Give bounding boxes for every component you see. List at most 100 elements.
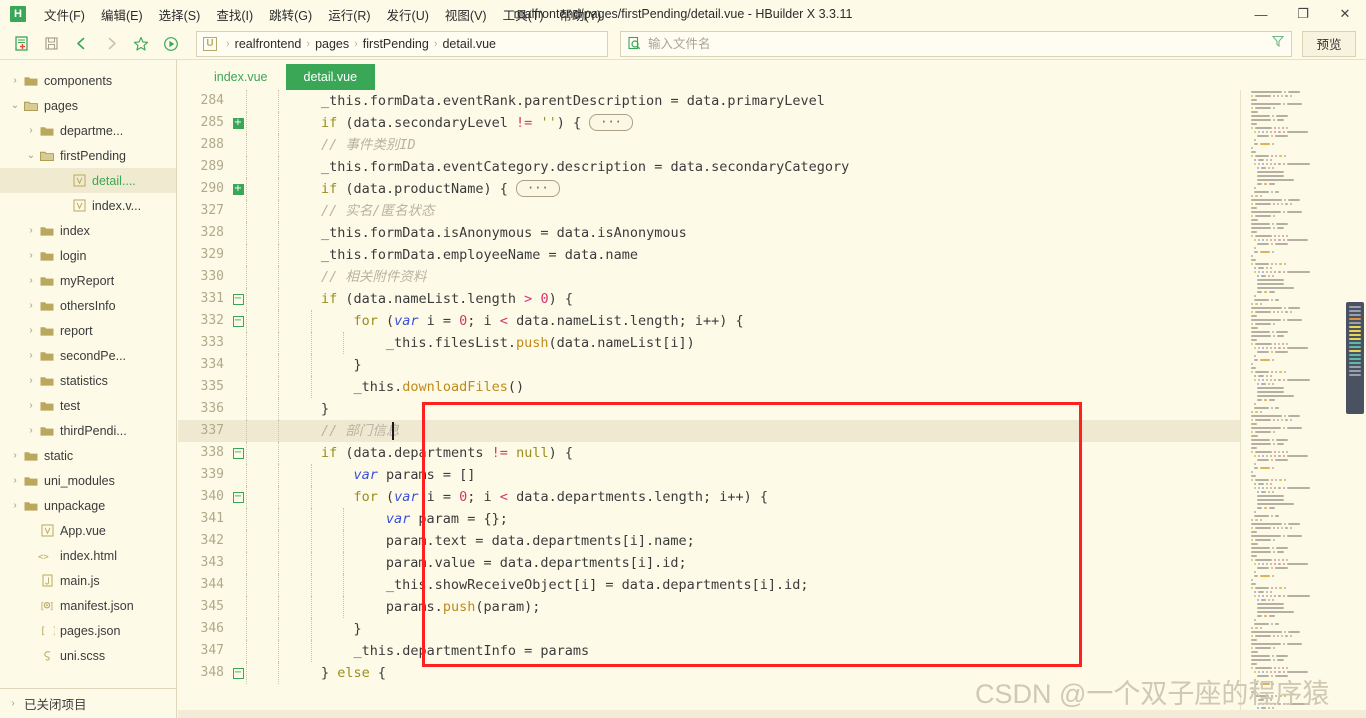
- minimize-button[interactable]: —: [1240, 0, 1282, 28]
- forward-icon[interactable]: [96, 31, 126, 57]
- fold-collapse-icon[interactable]: −: [230, 486, 246, 508]
- collapsed-code-chip[interactable]: ···: [516, 180, 560, 197]
- menu-tools[interactable]: 工具(T): [495, 1, 552, 28]
- code-line[interactable]: 288 // 事件类别ID: [178, 134, 1366, 156]
- tree-item-report[interactable]: › report: [0, 318, 176, 343]
- menu-select[interactable]: 选择(S): [151, 1, 209, 28]
- editor-tab-detailvue[interactable]: detail.vue: [285, 64, 376, 90]
- menu-publish[interactable]: 发行(U): [379, 1, 437, 28]
- maximize-button[interactable]: ❐: [1282, 0, 1324, 28]
- close-button[interactable]: ✕: [1324, 0, 1366, 28]
- code-line[interactable]: 327 // 实名/匿名状态: [178, 200, 1366, 222]
- chevron-right-icon[interactable]: ›: [24, 125, 38, 136]
- breadcrumb[interactable]: U › realfrontend › pages › firstPending › detai…: [196, 30, 608, 57]
- tree-item-pages[interactable]: ⌄ pages: [0, 93, 176, 118]
- code-line[interactable]: 348−} else {: [178, 662, 1366, 684]
- code-line[interactable]: 347 _this.departmentInfo = params: [178, 640, 1366, 662]
- run-icon[interactable]: [156, 31, 186, 57]
- code-line[interactable]: 338− if (data.departments != null) {: [178, 442, 1366, 464]
- chevron-right-icon[interactable]: ›: [24, 325, 38, 336]
- tree-item-departme[interactable]: › departme...: [0, 118, 176, 143]
- menu-help[interactable]: 帮助(Y): [552, 1, 610, 28]
- code-line[interactable]: 341 var param = {};: [178, 508, 1366, 530]
- chevron-right-icon[interactable]: ›: [24, 225, 38, 236]
- chevron-down-icon[interactable]: ⌄: [24, 150, 38, 161]
- tree-item-thirdpendi[interactable]: › thirdPendi...: [0, 418, 176, 443]
- preview-button[interactable]: 预览: [1302, 30, 1356, 57]
- collapsed-code-chip[interactable]: ···: [589, 114, 633, 131]
- code-line[interactable]: 340− for (var i = 0; i < data.departments…: [178, 486, 1366, 508]
- editor-tab-indexvue[interactable]: index.vue: [196, 64, 286, 90]
- tree-item-unpackage[interactable]: › unpackage: [0, 493, 176, 518]
- chevron-right-icon[interactable]: ›: [24, 350, 38, 361]
- fold-collapse-icon[interactable]: −: [230, 662, 246, 684]
- code-line[interactable]: 328 _this.formData.isAnonymous = data.isA…: [178, 222, 1366, 244]
- tree-item-login[interactable]: › login: [0, 243, 176, 268]
- fold-expand-icon[interactable]: +: [230, 178, 246, 200]
- chevron-right-icon[interactable]: ›: [24, 300, 38, 311]
- code-line[interactable]: 343 param.value = data.departments[i].id;: [178, 552, 1366, 574]
- breadcrumb-item[interactable]: detail.vue: [442, 37, 496, 51]
- chevron-right-icon[interactable]: ›: [24, 250, 38, 261]
- menu-run[interactable]: 运行(R): [320, 1, 378, 28]
- save-icon[interactable]: [36, 31, 66, 57]
- code-line[interactable]: 346}: [178, 618, 1366, 640]
- code-minimap[interactable]: [1240, 90, 1344, 718]
- chevron-right-icon[interactable]: ›: [8, 475, 22, 486]
- chevron-right-icon[interactable]: ›: [24, 375, 38, 386]
- breadcrumb-item[interactable]: pages: [315, 37, 349, 51]
- tree-item-indexhtml[interactable]: <> index.html: [0, 543, 176, 568]
- tree-item-unimodules[interactable]: › uni_modules: [0, 468, 176, 493]
- fold-collapse-icon[interactable]: −: [230, 288, 246, 310]
- chevron-right-icon[interactable]: ›: [8, 500, 22, 511]
- code-line[interactable]: 333 _this.filesList.push(data.nameList[i]…: [178, 332, 1366, 354]
- code-line[interactable]: 285 + if (data.secondaryLevel != '') { ···: [178, 112, 1366, 134]
- favorite-star-icon[interactable]: [126, 31, 156, 57]
- code-line[interactable]: 342 param.text = data.departments[i].name…: [178, 530, 1366, 552]
- menu-file[interactable]: 文件(F): [36, 1, 93, 28]
- code-line[interactable]: 345 params.push(param);: [178, 596, 1366, 618]
- menu-find[interactable]: 查找(I): [208, 1, 261, 28]
- tree-item-index[interactable]: › index: [0, 218, 176, 243]
- tree-item-firstpending[interactable]: ⌄ firstPending: [0, 143, 176, 168]
- chevron-right-icon[interactable]: ›: [24, 275, 38, 286]
- new-file-icon[interactable]: [6, 31, 36, 57]
- code-editor[interactable]: 284 _this.formData.eventRank.parentDescri…: [178, 90, 1366, 718]
- tree-item-appvue[interactable]: App.vue: [0, 518, 176, 543]
- tree-item-statistics[interactable]: › statistics: [0, 368, 176, 393]
- filename-search-box[interactable]: [620, 30, 1292, 57]
- search-input[interactable]: [648, 36, 1265, 51]
- filter-icon[interactable]: [1271, 34, 1285, 53]
- menu-goto[interactable]: 跳转(G): [261, 1, 320, 28]
- code-line[interactable]: 337 // 部门信息: [178, 420, 1366, 442]
- code-line[interactable]: 331− if (data.nameList.length > 0) {: [178, 288, 1366, 310]
- code-line[interactable]: 289 _this.formData.eventCategory.descript…: [178, 156, 1366, 178]
- tree-item-indexv[interactable]: index.v...: [0, 193, 176, 218]
- chevron-right-icon[interactable]: ›: [8, 75, 22, 86]
- tree-item-components[interactable]: › components: [0, 68, 176, 93]
- chevron-right-icon[interactable]: ›: [8, 450, 22, 461]
- tree-item-test[interactable]: › test: [0, 393, 176, 418]
- tree-item-detail[interactable]: detail....: [0, 168, 176, 193]
- code-line[interactable]: 336}: [178, 398, 1366, 420]
- fold-collapse-icon[interactable]: −: [230, 442, 246, 464]
- tree-item-static[interactable]: › static: [0, 443, 176, 468]
- back-icon[interactable]: [66, 31, 96, 57]
- code-line[interactable]: 344 _this.showReceiveObject[i] = data.dep…: [178, 574, 1366, 596]
- tree-item-myreport[interactable]: › myReport: [0, 268, 176, 293]
- code-line[interactable]: 334}: [178, 354, 1366, 376]
- fold-collapse-icon[interactable]: −: [230, 310, 246, 332]
- tree-item-secondpe[interactable]: › secondPe...: [0, 343, 176, 368]
- menu-view[interactable]: 视图(V): [437, 1, 495, 28]
- tree-item-manifestjson[interactable]: [] manifest.json: [0, 593, 176, 618]
- code-line[interactable]: 335 _this.downloadFiles(): [178, 376, 1366, 398]
- fold-expand-icon[interactable]: +: [230, 112, 246, 134]
- tree-item-othersinfo[interactable]: › othersInfo: [0, 293, 176, 318]
- code-line[interactable]: 329 _this.formData.employeeName = data.na…: [178, 244, 1366, 266]
- code-line[interactable]: 290 + if (data.productName) { ···: [178, 178, 1366, 200]
- code-line[interactable]: 330 // 相关附件资料: [178, 266, 1366, 288]
- chevron-right-icon[interactable]: ›: [24, 400, 38, 411]
- code-line[interactable]: 339 var params = []: [178, 464, 1366, 486]
- breadcrumb-item[interactable]: firstPending: [363, 37, 429, 51]
- tree-item-uniscss[interactable]: uni.scss: [0, 643, 176, 668]
